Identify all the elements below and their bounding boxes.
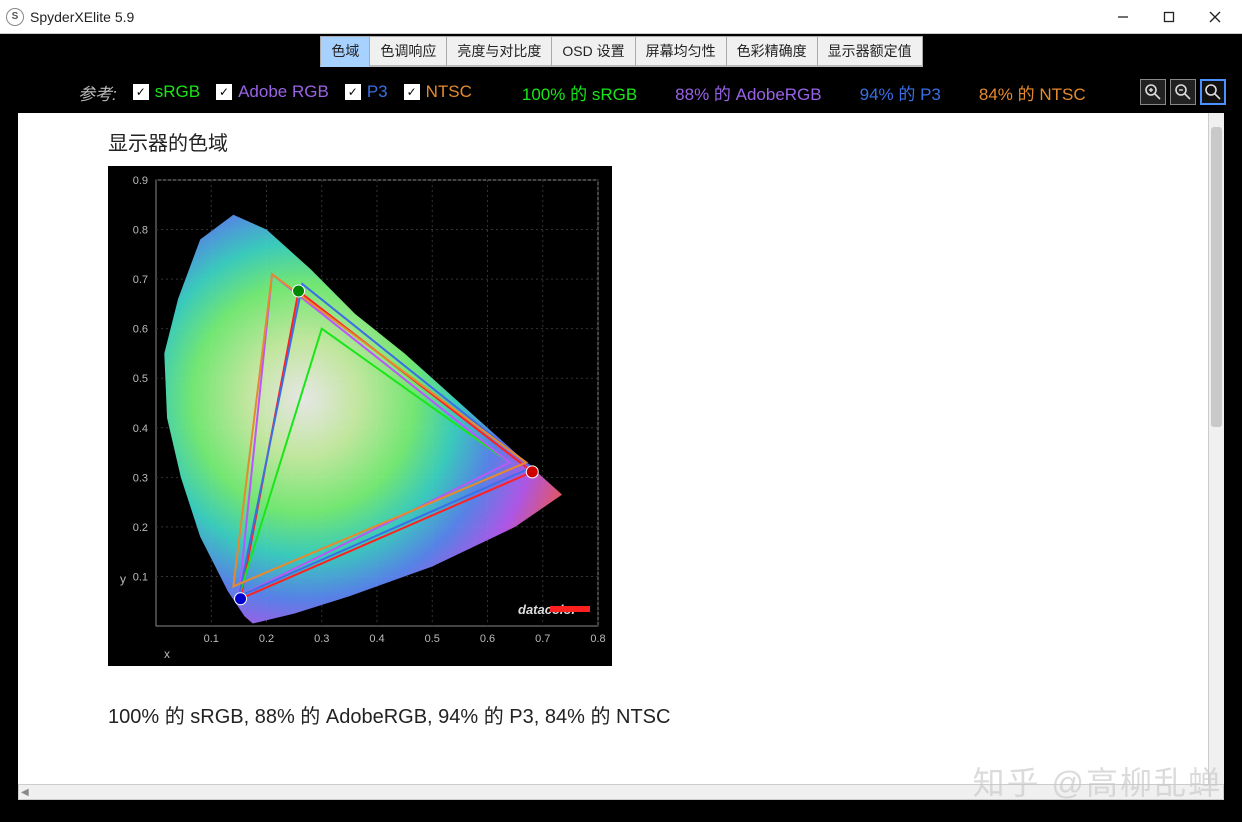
- coverage-value: 100% 的 sRGB: [522, 80, 637, 105]
- checkbox-srgb[interactable]: ✓ sRGB: [133, 82, 200, 102]
- tab-屏幕均匀性[interactable]: 屏幕均匀性: [635, 36, 727, 67]
- svg-text:0.1: 0.1: [204, 633, 219, 645]
- chart-title: 显示器的色域: [108, 127, 1198, 156]
- svg-text:0.6: 0.6: [480, 633, 495, 645]
- scrollbar-thumb[interactable]: [1211, 127, 1222, 427]
- coverage-readouts: 100% 的 sRGB 88% 的 AdobeRGB 94% 的 P3 84% 的 N…: [522, 80, 1086, 105]
- svg-text:0.4: 0.4: [133, 423, 148, 435]
- tab-OSD 设置[interactable]: OSD 设置: [551, 36, 635, 67]
- svg-text:0.5: 0.5: [133, 373, 148, 385]
- maximize-button[interactable]: [1146, 1, 1192, 33]
- tab-亮度与对比度[interactable]: 亮度与对比度: [446, 36, 552, 67]
- svg-text:0.7: 0.7: [133, 274, 148, 286]
- check-icon: ✓: [216, 84, 232, 100]
- chart-caption: 100% 的 sRGB, 88% 的 AdobeRGB, 94% 的 P3, 8…: [108, 700, 1198, 729]
- checkbox-adobe-rgb[interactable]: ✓ Adobe RGB: [216, 82, 329, 102]
- reference-row: 参考: ✓ sRGB ✓ Adobe RGB ✓ P3 ✓ NTSC 100% 的 sRGB 8…: [0, 67, 1242, 111]
- coverage-value: 84% 的 NTSC: [979, 80, 1086, 105]
- svg-text:0.2: 0.2: [133, 522, 148, 534]
- check-icon: ✓: [345, 84, 361, 100]
- svg-text:0.7: 0.7: [535, 633, 550, 645]
- zoom-in-button[interactable]: [1140, 79, 1166, 105]
- svg-text:0.1: 0.1: [133, 571, 148, 583]
- scroll-left-icon: ◀: [21, 787, 29, 798]
- checkbox-label: P3: [367, 82, 388, 102]
- close-button[interactable]: [1192, 1, 1238, 33]
- vertical-scrollbar[interactable]: [1208, 113, 1224, 784]
- tab-显示器额定值[interactable]: 显示器额定值: [817, 36, 923, 67]
- svg-text:x: x: [164, 647, 170, 661]
- check-icon: ✓: [404, 84, 420, 100]
- checkbox-ntsc[interactable]: ✓ NTSC: [404, 82, 472, 102]
- gamut-chart: 0.1 0.2 0.3 0.4 0.5 0.6 0.7 0.8 0.1 0.2 0.3 0.4 0.5 0…: [108, 166, 612, 666]
- horizontal-scrollbar[interactable]: ◀: [18, 784, 1224, 800]
- checkbox-label: Adobe RGB: [238, 82, 329, 102]
- svg-text:0.4: 0.4: [369, 633, 384, 645]
- analysis-tabs: 色域色调响应亮度与对比度OSD 设置屏幕均匀性色彩精确度显示器额定值: [320, 36, 921, 67]
- svg-text:y: y: [120, 572, 126, 586]
- svg-text:0.8: 0.8: [133, 225, 148, 237]
- content-area: 显示器的色域 0.1 0.2 0.3 0.4 0.5 0.6 0.7 0.8 0.1 0.2 0.3…: [18, 113, 1224, 784]
- zoom-controls: [1140, 79, 1226, 105]
- coverage-value: 88% 的 AdobeRGB: [675, 80, 821, 105]
- checkbox-label: sRGB: [155, 82, 200, 102]
- window-title: SpyderXElite 5.9: [30, 9, 134, 25]
- tab-色域[interactable]: 色域: [320, 36, 370, 67]
- svg-text:0.3: 0.3: [133, 472, 148, 484]
- svg-text:0.5: 0.5: [425, 633, 440, 645]
- zoom-reset-button[interactable]: [1200, 79, 1226, 105]
- tab-色调响应[interactable]: 色调响应: [369, 36, 447, 67]
- reference-label: 参考:: [78, 80, 117, 105]
- app-icon: S: [6, 8, 24, 26]
- coverage-value: 94% 的 P3: [860, 80, 941, 105]
- window-titlebar: S SpyderXElite 5.9: [0, 0, 1242, 34]
- checkbox-p3[interactable]: ✓ P3: [345, 82, 388, 102]
- check-icon: ✓: [133, 84, 149, 100]
- svg-text:0.3: 0.3: [314, 633, 329, 645]
- svg-text:0.6: 0.6: [133, 324, 148, 336]
- svg-text:0.8: 0.8: [590, 633, 605, 645]
- zoom-out-button[interactable]: [1170, 79, 1196, 105]
- checkbox-label: NTSC: [426, 82, 472, 102]
- tab-色彩精确度[interactable]: 色彩精确度: [726, 36, 818, 67]
- minimize-button[interactable]: [1100, 1, 1146, 33]
- svg-text:0.9: 0.9: [133, 175, 148, 187]
- svg-text:0.2: 0.2: [259, 633, 274, 645]
